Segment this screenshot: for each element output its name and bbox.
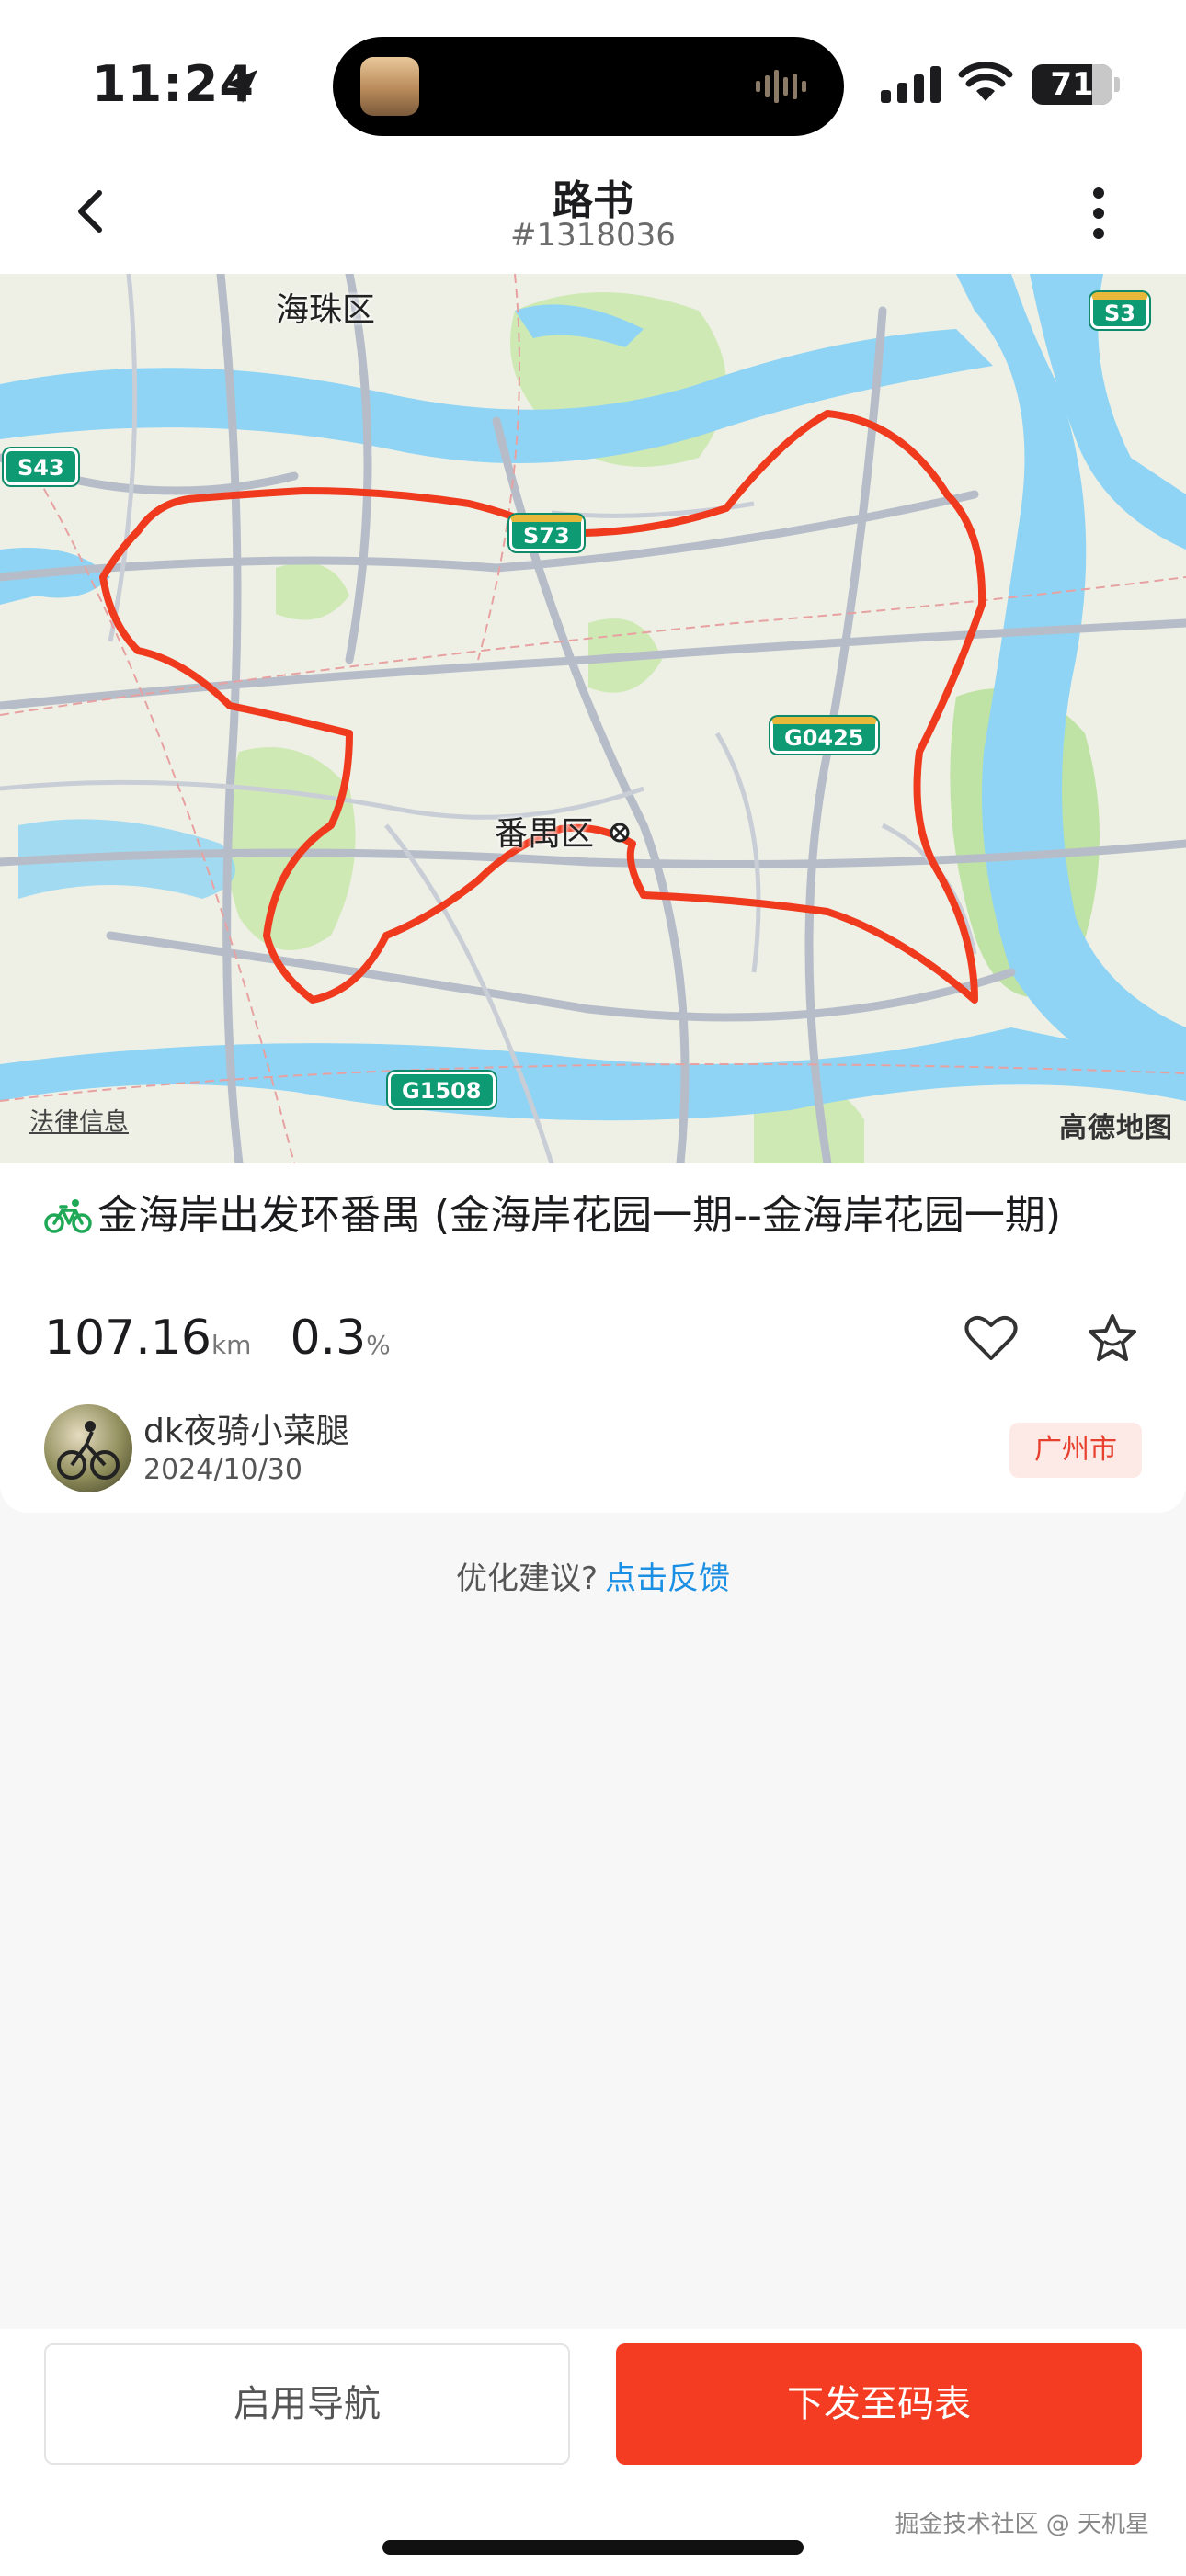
wifi-icon <box>958 62 1013 101</box>
feedback-row: 优化建议? 点击反馈 <box>0 1553 1186 1598</box>
status-bar: 11:24 71 <box>0 0 1186 156</box>
route-info-card: 金海岸出发环番禺 (金海岸花园一期--金海岸花园一期) 107.16km 0.3%… <box>0 1163 1186 1513</box>
road-shield-s43: S43 <box>4 448 78 485</box>
nav-bar: 路书 #1318036 <box>0 156 1186 274</box>
route-stats: 107.16km 0.3% <box>44 1311 429 1375</box>
distance-value: 107.16 <box>44 1311 211 1366</box>
like-heart-icon[interactable] <box>964 1312 1019 1362</box>
author-avatar[interactable] <box>44 1404 132 1492</box>
cellular-signal-icon <box>881 66 941 103</box>
battery-nub <box>1114 77 1120 92</box>
dynamic-island <box>333 37 844 136</box>
map-legal-link[interactable]: 法律信息 <box>29 1102 129 1138</box>
map-provider-logo: 高德地图 <box>1059 1112 1173 1144</box>
city-badge: 广州市 <box>1009 1423 1142 1478</box>
road-shield-g1508: G1508 <box>388 1072 496 1108</box>
watermark: 掘金技术社区 @ 天机星 <box>895 2511 1149 2538</box>
route-title: 金海岸出发环番禺 (金海岸花园一期--金海岸花园一期) <box>44 1189 1092 1243</box>
route-id: #1318036 <box>510 217 676 254</box>
map-label-haizhu: 海珠区 <box>276 291 376 329</box>
battery-percent: 71 <box>1050 66 1094 103</box>
map-label-panyu: 番禺区 <box>495 815 595 853</box>
grade-value: 0.3 <box>290 1311 367 1366</box>
road-shield-s73: S73 <box>509 515 584 551</box>
road-shield-g0425: G0425 <box>770 717 878 754</box>
favorite-star-icon[interactable] <box>1087 1312 1138 1364</box>
grade-unit: % <box>366 1330 391 1360</box>
author-name[interactable]: dk夜骑小菜腿 <box>143 1404 349 1452</box>
feedback-prompt: 优化建议? <box>455 1560 599 1597</box>
start-navigation-button[interactable]: 启用导航 <box>44 2343 570 2465</box>
location-arrow-icon <box>224 70 257 103</box>
route-map[interactable]: 海珠区 番禺区 S43 S73 S3 G0425 G1508 法律信息 高德地图 <box>0 274 1186 1163</box>
battery-empty-segment <box>1092 64 1112 105</box>
publish-date: 2024/10/30 <box>143 1454 302 1486</box>
home-indicator[interactable] <box>382 2540 804 2555</box>
battery-indicator: 71 <box>1032 64 1112 105</box>
send-to-device-button[interactable]: 下发至码表 <box>616 2343 1142 2465</box>
audio-wave-icon <box>756 70 806 103</box>
feedback-link[interactable]: 点击反馈 <box>605 1560 730 1597</box>
route-title-text: 金海岸出发环番禺 (金海岸花园一期--金海岸花园一期) <box>97 1192 1062 1239</box>
road-shield-s3: S3 <box>1090 292 1149 329</box>
bicycle-icon <box>44 1199 92 1233</box>
distance-unit: km <box>211 1330 252 1360</box>
more-options-icon[interactable] <box>1076 184 1122 243</box>
map-canvas <box>0 274 1186 1163</box>
now-playing-artwork <box>360 57 419 116</box>
avatar-image <box>57 1421 120 1480</box>
bottom-action-bar: 启用导航 下发至码表 掘金技术社区 @ 天机星 <box>0 2329 1186 2576</box>
